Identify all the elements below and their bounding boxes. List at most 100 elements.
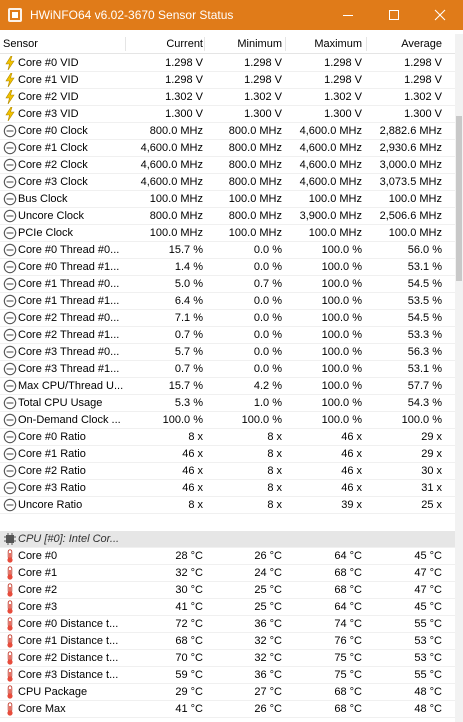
column-header-sensor[interactable]: Sensor	[3, 34, 38, 54]
table-row[interactable]: Core #3 Distance t... 59 °C 36 °C 75 °C 55 °…	[0, 667, 455, 684]
sensor-group-header[interactable]: CPU [#0]: Intel Cor...	[0, 531, 455, 548]
table-row[interactable]: Core #0 Distance t... 72 °C 36 °C 74 °C 55 °…	[0, 616, 455, 633]
table-row[interactable]: Core #1 Distance t... 68 °C 32 °C 76 °C 53 °…	[0, 633, 455, 650]
column-header: Sensor Current Minimum Maximum Average	[0, 34, 455, 54]
sensor-name: Max CPU/Thread U...	[18, 380, 124, 392]
title-bar[interactable]: HWiNFO64 v6.02-3670 Sensor Status	[0, 0, 463, 30]
minimum-value: 0.0 %	[253, 261, 282, 273]
table-row[interactable]: Core #2 Thread #0... 7.1 % 0.0 % 100.0 % 54.…	[0, 310, 455, 327]
maximize-button[interactable]	[371, 0, 417, 30]
average-value	[364, 531, 442, 548]
table-row[interactable]: Core #3 Ratio 46 x 8 x 46 x 31 x	[0, 480, 455, 497]
table-row[interactable]: Core #1 VID 1.298 V 1.298 V 1.298 V 1.298 V	[0, 72, 455, 89]
maximum-value: 100.0 MHz	[308, 227, 362, 239]
current-value: 100.0 %	[162, 414, 203, 426]
sensor-name: Core #1 Thread #1...	[18, 295, 120, 307]
sensor-name: Core #2 Clock	[18, 159, 88, 171]
close-icon	[434, 9, 446, 21]
current-value: 0.7 %	[174, 363, 203, 375]
table-row[interactable]: Core #3 Thread #1... 0.7 % 0.0 % 100.0 % 53.…	[0, 361, 455, 378]
table-row[interactable]: Core #2 Thread #1... 0.7 % 0.0 % 100.0 % 53.…	[0, 327, 455, 344]
table-row[interactable]: CPU Package 29 °C 27 °C 68 °C 48 °C	[0, 684, 455, 701]
table-row[interactable]: On-Demand Clock ... 100.0 % 100.0 % 100.0 %…	[0, 412, 455, 429]
table-row[interactable]: Core #1 Thread #1... 6.4 % 0.0 % 100.0 % 53.…	[0, 293, 455, 310]
average-value: 1.298 V	[404, 57, 442, 69]
minimum-value: 8 x	[267, 499, 282, 511]
table-row[interactable]: Core #0 Ratio 8 x 8 x 46 x 29 x	[0, 429, 455, 446]
table-row[interactable]: Uncore Clock 800.0 MHz 800.0 MHz 3,900.0 MH…	[0, 208, 455, 225]
close-button[interactable]	[417, 0, 463, 30]
table-row[interactable]: Core #0 VID 1.298 V 1.298 V 1.298 V 1.298 V	[0, 55, 455, 72]
table-row[interactable]: Core #2 Clock 4,600.0 MHz 800.0 MHz 4,600.0…	[0, 157, 455, 174]
minimum-value: 25 °C	[254, 601, 282, 613]
column-header-maximum[interactable]: Maximum	[283, 34, 362, 54]
table-row[interactable]: Core #0 Clock 800.0 MHz 800.0 MHz 4,600.0 M…	[0, 123, 455, 140]
thermometer-icon	[3, 685, 17, 699]
sensor-list[interactable]: Core #0 VID 1.298 V 1.298 V 1.298 V 1.298 V C…	[0, 55, 455, 722]
vertical-scrollbar[interactable]	[455, 34, 463, 722]
table-row[interactable]: Max CPU/Thread U... 15.7 % 4.2 % 100.0 % 57.…	[0, 378, 455, 395]
gauge-icon	[3, 413, 17, 427]
table-row[interactable]: Core #0 28 °C 26 °C 64 °C 45 °C	[0, 548, 455, 565]
table-row[interactable]: Core #1 32 °C 24 °C 68 °C 47 °C	[0, 565, 455, 582]
maximum-value: 68 °C	[334, 703, 362, 715]
table-row[interactable]: Core #2 30 °C 25 °C 68 °C 47 °C	[0, 582, 455, 599]
current-value: 46 x	[182, 448, 203, 460]
table-row[interactable]: Core #1 Thread #0... 5.0 % 0.7 % 100.0 % 54.…	[0, 276, 455, 293]
current-value: 70 °C	[175, 652, 203, 664]
current-value: 800.0 MHz	[149, 125, 203, 137]
table-row[interactable]: Core #3 Clock 4,600.0 MHz 800.0 MHz 4,600.0…	[0, 174, 455, 191]
table-row[interactable]: Core #0 Thread #1... 1.4 % 0.0 % 100.0 % 53.…	[0, 259, 455, 276]
maximum-value: 4,600.0 MHz	[299, 125, 362, 137]
sensor-name: Core #2 Thread #0...	[18, 312, 120, 324]
average-value: 54.5 %	[407, 312, 442, 324]
current-value: 46 x	[182, 482, 203, 494]
sensor-name: Total CPU Usage	[18, 397, 103, 409]
table-row[interactable]: Bus Clock 100.0 MHz 100.0 MHz 100.0 MHz 100.…	[0, 191, 455, 208]
table-row[interactable]: Core #3 VID 1.300 V 1.300 V 1.300 V 1.300 V	[0, 106, 455, 123]
scrollbar-thumb[interactable]	[456, 116, 462, 281]
minimum-value: 100.0 %	[241, 414, 282, 426]
column-header-current[interactable]: Current	[126, 34, 203, 54]
sensor-name: Core #3 Clock	[18, 176, 88, 188]
hwinfo-app-icon[interactable]	[5, 5, 25, 25]
sensor-name: Core #3	[18, 601, 58, 613]
sensor-name: Core #3 Distance t...	[18, 669, 119, 681]
gauge-icon	[3, 464, 17, 478]
table-row[interactable]: Total CPU Usage 5.3 % 1.0 % 100.0 % 54.3 %	[0, 395, 455, 412]
thermometer-icon	[3, 617, 17, 631]
minimum-value: 0.0 %	[253, 329, 282, 341]
average-value: 29 x	[421, 431, 442, 443]
current-value: 32 °C	[175, 567, 203, 579]
table-row[interactable]: Core #2 VID 1.302 V 1.302 V 1.302 V 1.302 V	[0, 89, 455, 106]
average-value: 57.7 %	[407, 380, 442, 392]
sensor-name: Core #1 Distance t...	[18, 635, 119, 647]
maximum-value: 100.0 %	[321, 278, 362, 290]
maximum-value: 39 x	[341, 499, 362, 511]
table-row[interactable]: Uncore Ratio 8 x 8 x 39 x 25 x	[0, 497, 455, 514]
minimum-value: 0.0 %	[253, 363, 282, 375]
minimum-value: 1.298 V	[244, 74, 282, 86]
thermometer-icon	[3, 668, 17, 682]
table-row[interactable]: Core Max 41 °C 26 °C 68 °C 48 °C	[0, 701, 455, 718]
maximum-value: 1.298 V	[324, 74, 362, 86]
sensor-name: Core #1	[18, 567, 58, 579]
table-row[interactable]: Core #3 Thread #0... 5.7 % 0.0 % 100.0 % 56.…	[0, 344, 455, 361]
column-header-average[interactable]: Average	[364, 34, 442, 54]
table-row[interactable]: Core #0 Thread #0... 15.7 % 0.0 % 100.0 % 56…	[0, 242, 455, 259]
sensor-name: Core #2 Distance t...	[18, 652, 119, 664]
table-row[interactable]: Core #3 41 °C 25 °C 64 °C 45 °C	[0, 599, 455, 616]
average-value: 29 x	[421, 448, 442, 460]
current-value: 100.0 MHz	[149, 227, 203, 239]
table-row[interactable]: Core #1 Clock 4,600.0 MHz 800.0 MHz 4,600.0…	[0, 140, 455, 157]
table-row[interactable]: Core #2 Distance t... 70 °C 32 °C 75 °C 53 °…	[0, 650, 455, 667]
minimize-button[interactable]	[325, 0, 371, 30]
blank-row	[0, 514, 455, 531]
table-row[interactable]: PCIe Clock 100.0 MHz 100.0 MHz 100.0 MHz 100…	[0, 225, 455, 242]
minimum-value	[204, 514, 282, 531]
table-row[interactable]: Core #2 Ratio 46 x 8 x 46 x 30 x	[0, 463, 455, 480]
minimum-value: 800.0 MHz	[228, 159, 282, 171]
column-header-minimum[interactable]: Minimum	[204, 34, 282, 54]
table-row[interactable]: Core #1 Ratio 46 x 8 x 46 x 29 x	[0, 446, 455, 463]
average-value: 47 °C	[414, 584, 442, 596]
